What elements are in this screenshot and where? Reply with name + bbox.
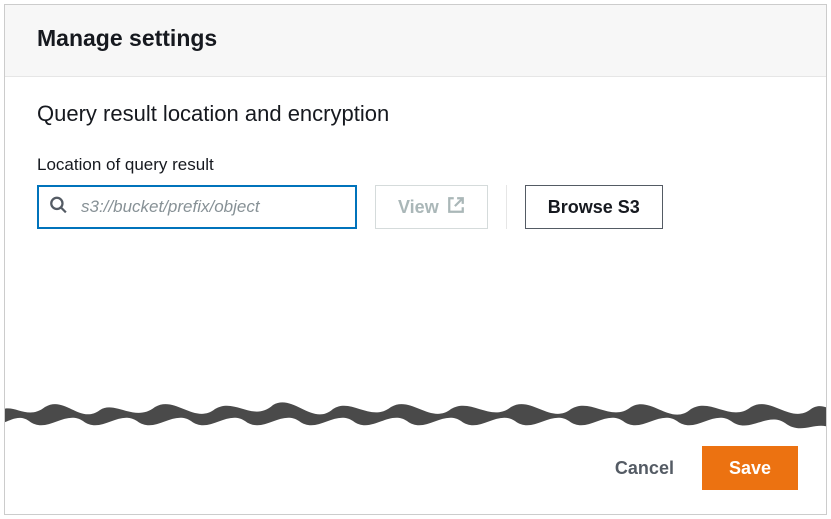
external-link-icon xyxy=(447,196,465,219)
modal-title: Manage settings xyxy=(37,25,794,52)
save-button[interactable]: Save xyxy=(702,446,798,490)
manage-settings-modal: Manage settings Query result location an… xyxy=(4,4,827,515)
section-title: Query result location and encryption xyxy=(37,101,794,127)
location-field-row: View Browse S3 xyxy=(37,185,794,229)
view-button[interactable]: View xyxy=(375,185,488,229)
browse-s3-label: Browse S3 xyxy=(548,197,640,218)
modal-header: Manage settings xyxy=(5,5,826,77)
cancel-button[interactable]: Cancel xyxy=(615,458,674,479)
location-input-wrap xyxy=(37,185,357,229)
location-label: Location of query result xyxy=(37,155,794,175)
vertical-separator xyxy=(506,185,507,229)
modal-body: Query result location and encryption Loc… xyxy=(5,77,826,428)
modal-footer: Cancel Save xyxy=(5,428,826,514)
location-input[interactable] xyxy=(37,185,357,229)
view-button-label: View xyxy=(398,197,439,218)
browse-s3-button[interactable]: Browse S3 xyxy=(525,185,663,229)
